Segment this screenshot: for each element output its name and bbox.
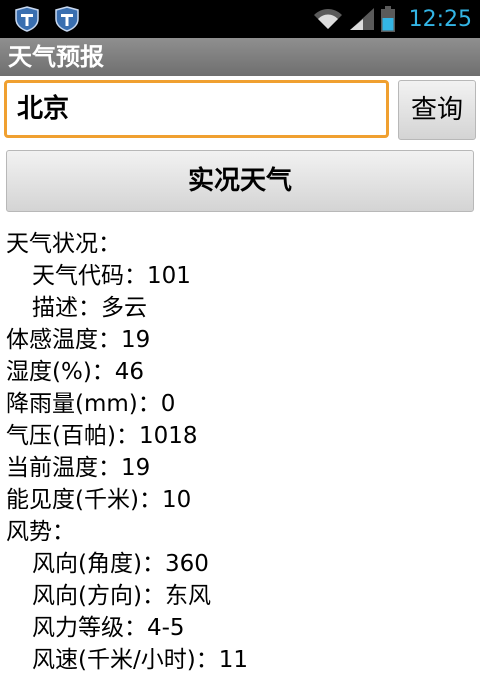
humidity: 湿度(%)：46 [6, 359, 145, 385]
wind-direction-degree: 风向(角度)：360 [32, 551, 209, 577]
city-input[interactable]: 北京 [4, 80, 389, 138]
realtime-weather-button[interactable]: 实况天气 [6, 150, 474, 212]
shield-notification-icon [55, 6, 79, 32]
clock-time: 12:25 [408, 6, 472, 32]
shield-notification-icon [15, 6, 39, 32]
visibility: 能见度(千米)：10 [6, 487, 192, 513]
condition-label: 天气状况： [6, 231, 121, 257]
app-title: 天气预报 [8, 43, 104, 71]
current-temperature: 当前温度：19 [6, 455, 151, 481]
weather-info: 天气状况： 天气代码：101 描述：多云 体感温度：19 湿度(%)：46 降雨… [6, 228, 476, 676]
precipitation: 降雨量(mm)：0 [6, 391, 176, 417]
wind-label: 风势： [6, 519, 75, 545]
notification-icons [14, 6, 80, 32]
pressure: 气压(百帕)：1018 [6, 423, 198, 449]
status-bar: 12:25 [0, 0, 480, 38]
system-icons: 12:25 [313, 0, 472, 38]
wifi-icon [313, 9, 342, 29]
weather-description: 描述：多云 [32, 295, 147, 321]
signal-icon [349, 8, 374, 30]
wind-scale: 风力等级：4-5 [32, 615, 185, 641]
app-title-bar: 天气预报 [0, 38, 480, 76]
query-button[interactable]: 查询 [398, 80, 476, 140]
wind-direction: 风向(方向)：东风 [32, 583, 211, 609]
battery-icon [380, 6, 395, 32]
wind-speed: 风速(千米/小时)：11 [32, 647, 248, 673]
feels-like-temperature: 体感温度：19 [6, 327, 151, 353]
weather-code: 天气代码：101 [32, 263, 191, 289]
